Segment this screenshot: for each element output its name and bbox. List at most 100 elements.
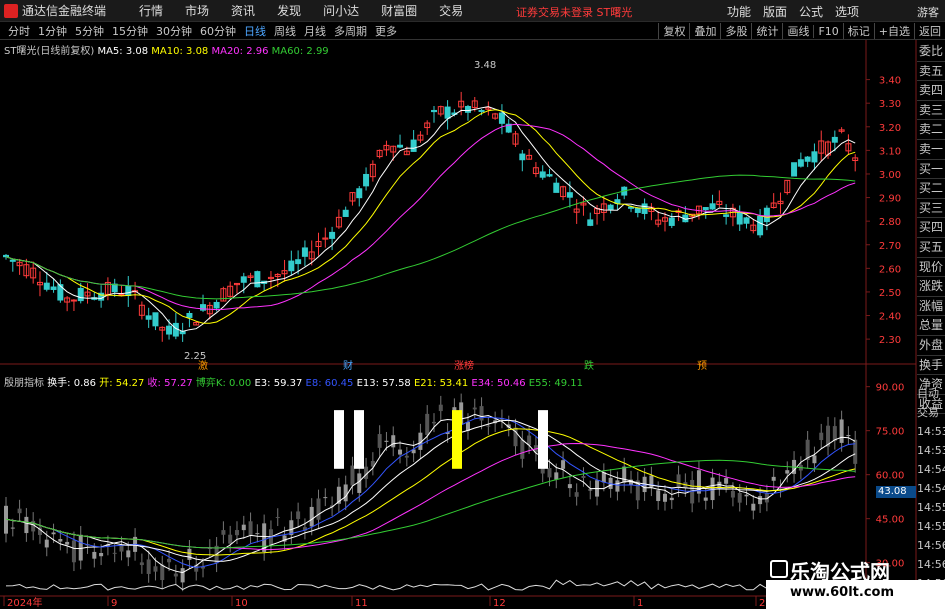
time-tick-label: 10 [235, 598, 248, 609]
main-chart-info: ST曙光(日线前复权) MA5: 3.08 MA10: 3.08 MA20: 2… [4, 42, 329, 57]
menu-item-5[interactable]: 财富圈 [370, 2, 428, 19]
period-tab-1[interactable]: 1分钟 [34, 23, 71, 39]
event-marker-4[interactable]: 预 [697, 360, 707, 372]
right-menu-item-0[interactable]: 功能 [721, 3, 757, 20]
event-marker-0[interactable]: 激 [198, 359, 208, 372]
quote-field-11[interactable]: 现价 [917, 258, 945, 278]
right-menu-item-1[interactable]: 版面 [757, 3, 793, 20]
indicator-bar [350, 465, 355, 486]
period-tab-5[interactable]: 60分钟 [196, 23, 240, 39]
quote-field-9[interactable]: 买四 [917, 218, 945, 238]
quote-field-1[interactable]: 卖五 [917, 62, 945, 82]
event-marker-2[interactable]: 涨榜 [454, 359, 474, 372]
candle-body [811, 151, 818, 163]
tool-button-0[interactable]: 复权 [658, 23, 689, 39]
indicator-value-7: E21: 53.41 [410, 378, 469, 389]
tool-button-1[interactable]: 叠加 [689, 23, 720, 39]
tool-button-6[interactable]: 标记 [842, 23, 874, 39]
indicator-bar [180, 568, 185, 583]
indicator-bar [588, 489, 593, 491]
candle-body [77, 287, 84, 302]
quote-field-6[interactable]: 买一 [917, 160, 945, 180]
candle-body [797, 159, 804, 167]
quote-field-16[interactable]: 换手 [917, 356, 945, 376]
app-window: 通达信金融终端 行情 市场 资讯 发现 问小达 财富圈 交易 证券交易未登录 ST曙光 功能… [0, 0, 945, 609]
guest-label[interactable]: 游客 [917, 4, 939, 20]
quote-field-7[interactable]: 买二 [917, 179, 945, 199]
watermark-url: www.60lt.com [790, 585, 895, 600]
indicator-value-0: 换手: 0.86 [47, 378, 97, 389]
indicator-bar [126, 550, 131, 558]
price-tick-label: 2.50 [879, 288, 901, 299]
tool-button-7[interactable]: +自选 [873, 23, 914, 39]
trade-row-6: 14:55 [917, 501, 945, 514]
period-tab-8[interactable]: 月线 [300, 23, 330, 39]
quote-field-15[interactable]: 外盘 [917, 336, 945, 356]
indicator-value-9: E55: 49.11 [525, 378, 584, 389]
indicator-bar [78, 534, 83, 561]
period-tab-10[interactable]: 更多 [371, 23, 401, 39]
right-menu-item-3[interactable]: 选项 [829, 3, 865, 20]
indicator-bar [309, 506, 314, 527]
menu-item-2[interactable]: 资讯 [220, 2, 266, 19]
menu-item-4[interactable]: 问小达 [312, 2, 370, 19]
event-marker-3[interactable]: 跌 [584, 359, 594, 372]
tool-button-3[interactable]: 统计 [751, 23, 782, 39]
indicator-bar [241, 524, 246, 531]
indicator-bar [221, 530, 226, 535]
quote-field-2[interactable]: 卖四 [917, 81, 945, 101]
indicator-bar [676, 474, 681, 489]
period-tab-0[interactable]: 分时 [4, 23, 34, 39]
quote-field-14[interactable]: 总量 [917, 316, 945, 336]
menu-item-0[interactable]: 行情 [128, 2, 174, 19]
indicator-bar [744, 494, 749, 497]
tool-button-8[interactable]: 返回 [914, 23, 945, 39]
price-tick-label: 3.20 [879, 123, 901, 134]
app-logo-icon [4, 3, 18, 18]
event-marker-1[interactable]: 财 [343, 359, 353, 372]
menu-item-3[interactable]: 发现 [266, 2, 312, 19]
indicator-bar [724, 478, 729, 484]
tool-button-5[interactable]: F10 [813, 24, 842, 38]
menu-item-1[interactable]: 市场 [174, 2, 220, 19]
period-tab-9[interactable]: 多周期 [330, 23, 371, 39]
period-tab-4[interactable]: 30分钟 [152, 23, 196, 39]
kline-chart[interactable]: 3.40 3.30 3.20 3.10 3.00 2.90 2.80 2.70 2.60 2.50… [0, 40, 945, 609]
candle-body [356, 188, 363, 199]
period-tab-7[interactable]: 周线 [270, 23, 300, 39]
candle-body [668, 217, 675, 226]
candle-body [444, 106, 451, 119]
candle-body [519, 153, 526, 161]
quote-field-12[interactable]: 涨跌 [917, 277, 945, 297]
indicator-bar [357, 473, 362, 493]
period-tab-3[interactable]: 15分钟 [108, 23, 152, 39]
price-tick-label: 2.70 [879, 241, 901, 252]
indicator-bar [51, 532, 56, 535]
signal-bar-2 [452, 410, 462, 469]
candle-body [240, 276, 247, 283]
trade-row-7: 14:55 [917, 520, 945, 533]
quote-field-3[interactable]: 卖三 [917, 101, 945, 121]
menu-item-6[interactable]: 交易 [428, 2, 474, 19]
tool-button-4[interactable]: 画线 [782, 23, 813, 39]
quote-field-8[interactable]: 买三 [917, 199, 945, 219]
quote-field-4[interactable]: 卖二 [917, 120, 945, 140]
watermark-logo-icon [770, 560, 788, 578]
indicator-name: 殷朋指标 [4, 378, 44, 389]
indicator-tick-label: 90.00 [876, 383, 905, 394]
quote-field-0[interactable]: 委比 [917, 42, 945, 62]
current-indicator-value: 43.08 [876, 486, 916, 498]
right-menu-item-2[interactable]: 公式 [793, 3, 829, 20]
tool-button-2[interactable]: 多股 [720, 23, 751, 39]
candle-body [723, 214, 730, 217]
indicator-bar [486, 425, 491, 427]
candle-body [587, 219, 594, 226]
period-tab-2[interactable]: 5分钟 [71, 23, 108, 39]
quote-field-10[interactable]: 买五 [917, 238, 945, 258]
trade-row-1: 交易 [917, 406, 939, 419]
indicator-bar [432, 421, 436, 424]
login-notice: 证券交易未登录 ST曙光 [516, 6, 633, 19]
period-tab-6[interactable]: 日线 [240, 23, 270, 39]
quote-field-13[interactable]: 涨幅 [917, 297, 945, 317]
quote-field-5[interactable]: 卖一 [917, 140, 945, 160]
